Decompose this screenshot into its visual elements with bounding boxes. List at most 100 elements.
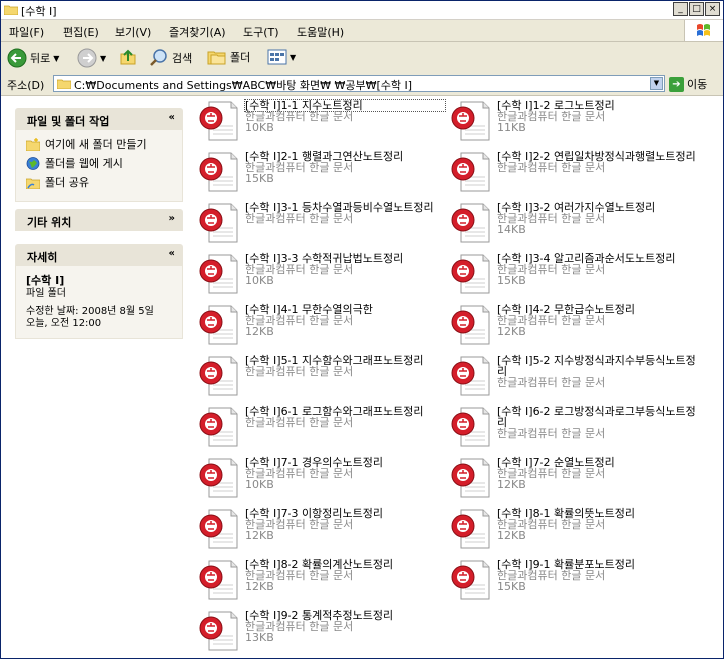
- hwp-document-icon: [199, 560, 238, 600]
- collapse-chevron-icon[interactable]: «: [169, 248, 175, 259]
- hwp-document-icon: [199, 305, 238, 345]
- file-item[interactable]: [수학 I]2-1 행렬과그연산노트정리 한글과컴퓨터 한글 문서 15KB: [199, 149, 449, 195]
- file-item[interactable]: [수학 I]4-1 무한수열의극한 한글과컴퓨터 한글 문서 12KB: [199, 302, 449, 348]
- file-type: 한글과컴퓨터 한글 문서: [245, 263, 354, 276]
- file-meta: 한글과컴퓨터 한글 문서: [245, 366, 445, 377]
- file-meta: 한글과컴퓨터 한글 문서 12KB: [497, 315, 697, 337]
- close-button[interactable]: ×: [705, 2, 720, 16]
- file-size: 12KB: [245, 325, 274, 338]
- task-publish-web[interactable]: 폴더를 웹에 게시: [26, 155, 172, 171]
- hwp-document-icon: [199, 254, 238, 294]
- back-dropdown-icon[interactable]: ▼: [53, 54, 59, 63]
- new-folder-icon: [26, 137, 40, 151]
- address-input[interactable]: C:₩Documents and Settings₩ABC₩바탕 화면₩ ₩공부…: [53, 75, 665, 92]
- globe-icon: [26, 156, 40, 170]
- collapse-chevron-icon[interactable]: «: [169, 112, 175, 123]
- file-meta: 한글과컴퓨터 한글 문서 11KB: [497, 111, 697, 133]
- file-item[interactable]: [수학 I]2-2 연립일차방정식과행렬노트정리 한글과컴퓨터 한글 문서: [451, 149, 701, 195]
- file-meta: 한글과컴퓨터 한글 문서: [497, 162, 697, 173]
- file-item[interactable]: [수학 I]7-3 이항정리노트정리 한글과컴퓨터 한글 문서 12KB: [199, 506, 449, 552]
- details-header[interactable]: 자세히 «: [15, 244, 183, 266]
- hwp-document-icon: [199, 509, 238, 549]
- file-size: 11KB: [497, 121, 526, 134]
- file-meta: 한글과컴퓨터 한글 문서 12KB: [245, 315, 445, 337]
- file-item[interactable]: [수학 I]5-2 지수방정식과지수부등식노트정리 한글과컴퓨터 한글 문서: [451, 353, 701, 399]
- file-type: 한글과컴퓨터 한글 문서: [245, 569, 354, 582]
- address-path: C:₩Documents and Settings₩ABC₩바탕 화면₩ ₩공부…: [74, 79, 413, 92]
- file-item[interactable]: [수학 I]4-2 무한급수노트정리 한글과컴퓨터 한글 문서 12KB: [451, 302, 701, 348]
- task-pane: 파일 및 폴더 작업 « 여기에 새 폴더 만들기 폴더를 웹에 게시 폴더 공…: [1, 96, 197, 658]
- file-item[interactable]: [수학 I]3-1 등차수열과등비수열노트정리 한글과컴퓨터 한글 문서: [199, 200, 449, 246]
- file-meta: 한글과컴퓨터 한글 문서 15KB: [497, 570, 697, 592]
- file-type: 한글과컴퓨터 한글 문서: [497, 518, 606, 531]
- task-share-folder[interactable]: 폴더 공유: [26, 174, 172, 190]
- menu-edit[interactable]: 편집(E): [63, 24, 99, 40]
- file-size: 12KB: [245, 529, 274, 542]
- file-type: 한글과컴퓨터 한글 문서: [245, 620, 354, 633]
- hwp-document-icon: [451, 407, 490, 447]
- views-button[interactable]: ▼: [267, 48, 296, 66]
- hwp-document-icon: [199, 356, 238, 396]
- up-folder-button[interactable]: [119, 48, 137, 66]
- hwp-document-icon: [451, 458, 490, 498]
- hwp-document-icon: [451, 101, 490, 141]
- back-button[interactable]: 뒤로 ▼: [7, 48, 59, 68]
- file-size: 10KB: [245, 274, 274, 287]
- file-item[interactable]: [수학 I]8-2 확률의계산노트정리 한글과컴퓨터 한글 문서 12KB: [199, 557, 449, 603]
- file-item[interactable]: [수학 I]1-2 로그노트정리 한글과컴퓨터 한글 문서 11KB: [451, 98, 701, 144]
- file-size: 14KB: [497, 223, 526, 236]
- file-meta: 한글과컴퓨터 한글 문서 10KB: [245, 468, 445, 490]
- menu-file[interactable]: 파일(F): [9, 24, 44, 40]
- file-item[interactable]: [수학 I]8-1 확률의뜻노트정리 한글과컴퓨터 한글 문서 12KB: [451, 506, 701, 552]
- task-publish-web-label: 폴더를 웹에 게시: [45, 157, 123, 170]
- expand-chevron-icon[interactable]: »: [169, 213, 175, 224]
- minimize-button[interactable]: _: [673, 2, 688, 16]
- file-type: 한글과컴퓨터 한글 문서: [245, 365, 354, 378]
- forward-dropdown-icon[interactable]: ▼: [100, 54, 106, 63]
- file-folder-tasks-header[interactable]: 파일 및 폴더 작업 «: [15, 108, 183, 130]
- file-size: 13KB: [245, 631, 274, 644]
- file-item[interactable]: [수학 I]9-2 통계적추정노트정리 한글과컴퓨터 한글 문서 13KB: [199, 608, 449, 654]
- menu-help[interactable]: 도움말(H): [297, 24, 344, 40]
- forward-arrow-icon: [77, 48, 97, 68]
- file-item[interactable]: [수학 I]3-4 알고리즘과순서도노트정리 한글과컴퓨터 한글 문서 15KB: [451, 251, 701, 297]
- views-dropdown-icon[interactable]: ▼: [290, 53, 296, 62]
- back-label: 뒤로: [30, 52, 51, 65]
- menu-tools[interactable]: 도구(T): [243, 24, 279, 40]
- file-type: 한글과컴퓨터 한글 문서: [497, 161, 606, 174]
- file-item[interactable]: [수학 I]7-1 경우의수노트정리 한글과컴퓨터 한글 문서 10KB: [199, 455, 449, 501]
- file-meta: 한글과컴퓨터 한글 문서 10KB: [245, 111, 445, 133]
- go-button[interactable]: ➔ 이동: [669, 76, 707, 92]
- menu-bar: 파일(F) 편집(E) 보기(V) 즐겨찾기(A) 도구(T) 도움말(H): [1, 20, 723, 42]
- menu-favorites[interactable]: 즐겨찾기(A): [169, 24, 226, 40]
- file-size: 15KB: [497, 274, 526, 287]
- windows-flag-icon: [697, 24, 710, 36]
- address-dropdown-icon[interactable]: ▼: [650, 77, 663, 90]
- file-item[interactable]: [수학 I]6-2 로그방정식과로그부등식노트정리 한글과컴퓨터 한글 문서: [451, 404, 701, 450]
- file-item[interactable]: [수학 I]6-1 로그함수와그래프노트정리 한글과컴퓨터 한글 문서: [199, 404, 449, 450]
- file-type: 한글과컴퓨터 한글 문서: [245, 110, 354, 123]
- other-places-header[interactable]: 기타 위치 »: [15, 209, 183, 231]
- task-new-folder[interactable]: 여기에 새 폴더 만들기: [26, 136, 172, 152]
- menu-view[interactable]: 보기(V): [115, 24, 151, 40]
- toolbar: 뒤로 ▼ ▼ 검색 폴더 ▼: [1, 42, 723, 74]
- file-type: 한글과컴퓨터 한글 문서: [497, 376, 606, 389]
- file-meta: 한글과컴퓨터 한글 문서: [245, 213, 445, 224]
- forward-button[interactable]: ▼: [77, 48, 106, 68]
- folders-button[interactable]: 폴더: [207, 48, 250, 66]
- search-button[interactable]: 검색: [149, 48, 192, 68]
- file-item[interactable]: [수학 I]5-1 지수함수와그래프노트정리 한글과컴퓨터 한글 문서: [199, 353, 449, 399]
- maximize-button[interactable]: □: [689, 2, 704, 16]
- file-item[interactable]: [수학 I]9-1 확률분포노트정리 한글과컴퓨터 한글 문서 15KB: [451, 557, 701, 603]
- file-type: 한글과컴퓨터 한글 문서: [245, 161, 354, 174]
- file-item[interactable]: [수학 I]3-3 수학적귀납법노트정리 한글과컴퓨터 한글 문서 10KB: [199, 251, 449, 297]
- file-meta: 한글과컴퓨터 한글 문서 15KB: [245, 162, 445, 184]
- title-bar[interactable]: [수학 I] _ □ ×: [1, 1, 723, 20]
- file-meta: 한글과컴퓨터 한글 문서: [245, 417, 445, 428]
- file-type: 한글과컴퓨터 한글 문서: [497, 212, 606, 225]
- file-item[interactable]: [수학 I]3-2 여러가지수열노트정리 한글과컴퓨터 한글 문서 14KB: [451, 200, 701, 246]
- file-item[interactable]: [수학 I]7-2 순열노트정리 한글과컴퓨터 한글 문서 12KB: [451, 455, 701, 501]
- file-item[interactable]: [수학 I]1-1 지수노트정리 한글과컴퓨터 한글 문서 10KB: [199, 98, 449, 144]
- content-area: 파일 및 폴더 작업 « 여기에 새 폴더 만들기 폴더를 웹에 게시 폴더 공…: [1, 96, 723, 658]
- file-meta: 한글과컴퓨터 한글 문서 12KB: [497, 468, 697, 490]
